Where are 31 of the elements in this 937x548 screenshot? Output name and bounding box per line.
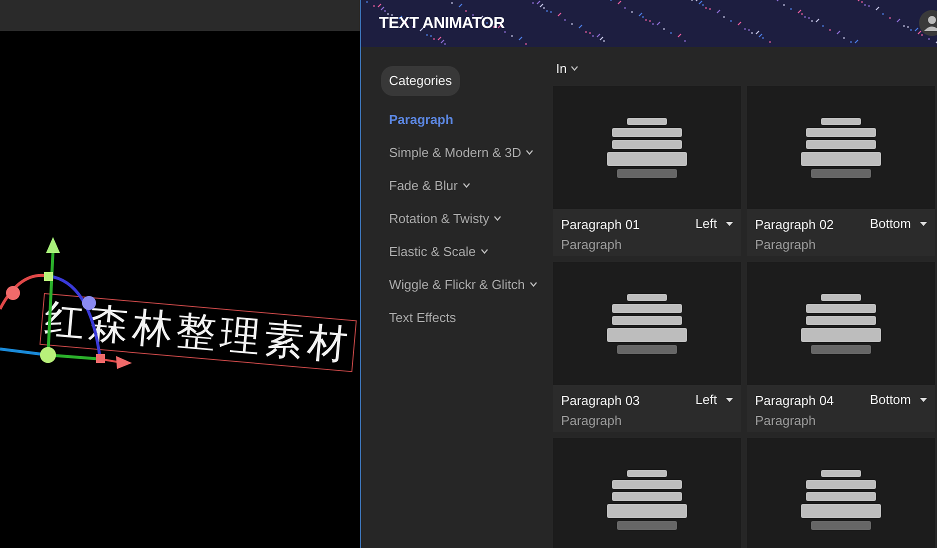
preset-category: Paragraph (561, 236, 623, 254)
category-item[interactable]: Simple & Modern & 3D (381, 144, 553, 162)
preset-name: Paragraph 02 (755, 216, 834, 234)
preset-category: Paragraph (755, 412, 817, 430)
preset-name: Paragraph 01 (561, 216, 640, 234)
caret-icon (920, 222, 927, 226)
preset-category: Paragraph (561, 412, 623, 430)
category-item[interactable]: Paragraph (381, 110, 553, 128)
preset-name: Paragraph 03 (561, 392, 640, 410)
direction-dropdown[interactable]: Bottom (870, 215, 927, 233)
preset-name: Paragraph 04 (755, 392, 834, 410)
category-item[interactable]: Fade & Blur (381, 176, 553, 194)
chevron-icon (570, 66, 578, 72)
caret-icon (920, 398, 927, 402)
category-item[interactable]: Rotation & Twisty (381, 210, 553, 228)
direction-dropdown[interactable]: In (553, 60, 578, 78)
preset-card[interactable]: Paragraph 04 Paragraph Bottom (747, 262, 935, 432)
caret-icon (726, 398, 733, 402)
preset-card[interactable]: Paragraph 01 Paragraph Left (553, 86, 741, 256)
direction-dropdown[interactable]: Bottom (870, 391, 927, 409)
preset-category: Paragraph (755, 236, 817, 254)
category-item[interactable]: Wiggle & Flickr & Glitch (381, 276, 553, 294)
category-item[interactable]: Text Effects (381, 308, 553, 326)
panel-title: TEXT ANIMATOR (379, 14, 505, 34)
direction-dropdown[interactable]: Left (695, 215, 733, 233)
categories-label: Categories (381, 66, 460, 96)
direction-dropdown[interactable]: Left (695, 391, 733, 409)
preset-card[interactable]: Paragraph 03 Paragraph Left (553, 262, 741, 432)
category-item[interactable]: Elastic & Scale (381, 242, 553, 260)
preset-card[interactable]: Paragraph 02 Paragraph Bottom (747, 86, 935, 256)
caret-icon (726, 222, 733, 226)
